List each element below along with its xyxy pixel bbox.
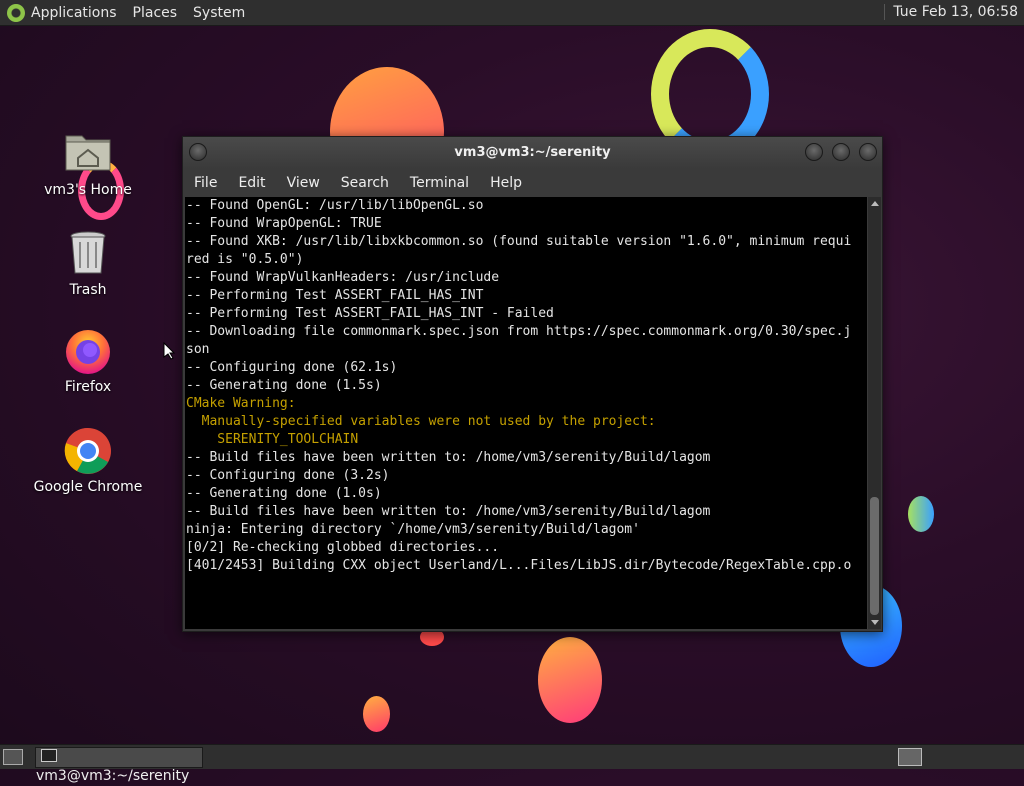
terminal-line: ninja: Entering directory `/home/vm3/ser… xyxy=(186,522,640,537)
desktop-icon-label: Trash xyxy=(69,282,107,298)
terminal-window[interactable]: vm3@vm3:~/serenity File Edit View Search… xyxy=(182,136,883,632)
scrollbar-thumb[interactable] xyxy=(870,497,879,615)
terminal-line: -- Performing Test ASSERT_FAIL_HAS_INT xyxy=(186,288,484,303)
desktop-icon-chrome[interactable]: Google Chrome xyxy=(23,427,153,495)
menu-places[interactable]: Places xyxy=(133,5,178,21)
trash-icon xyxy=(64,230,112,278)
terminal-line: -- Configuring done (3.2s) xyxy=(186,468,390,483)
terminal-line: Manually-specified variables were not us… xyxy=(186,414,656,429)
terminal-line: -- Generating done (1.5s) xyxy=(186,378,382,393)
terminal-line: -- Found WrapOpenGL: TRUE xyxy=(186,216,382,231)
scroll-down-icon[interactable] xyxy=(871,620,879,625)
wallpaper-teal-blob xyxy=(908,496,934,532)
terminal-line: son xyxy=(186,342,210,357)
terminal-line: -- Build files have been written to: /ho… xyxy=(186,450,711,465)
taskbar-item-terminal[interactable]: vm3@vm3:~/serenity xyxy=(35,747,203,784)
maximize-button[interactable] xyxy=(832,143,850,161)
desktop-icon-label: vm3's Home xyxy=(44,182,132,198)
terminal-icon xyxy=(41,749,57,762)
menu-help[interactable]: Help xyxy=(490,175,522,191)
desktop-icon-label: Google Chrome xyxy=(33,479,143,495)
terminal-line: [401/2453] Building CXX object Userland/… xyxy=(186,558,852,573)
show-desktop-icon[interactable] xyxy=(3,749,23,765)
terminal-line: [0/2] Re-checking globbed directories... xyxy=(186,540,500,555)
menu-terminal[interactable]: Terminal xyxy=(410,175,469,191)
desktop-icon-label: Firefox xyxy=(64,379,112,395)
mouse-pointer-icon xyxy=(163,342,175,360)
menu-system[interactable]: System xyxy=(193,5,245,21)
chrome-icon xyxy=(64,427,112,475)
terminal-line: -- Found XKB: /usr/lib/libxkbcommon.so (… xyxy=(186,234,852,249)
window-titlebar[interactable]: vm3@vm3:~/serenity xyxy=(183,137,882,169)
wallpaper-pink-blob xyxy=(538,637,602,723)
minimize-button[interactable] xyxy=(805,143,823,161)
terminal-line: -- Generating done (1.0s) xyxy=(186,486,382,501)
terminal-line: red is "0.5.0") xyxy=(186,252,304,267)
scroll-up-icon[interactable] xyxy=(871,201,879,206)
terminal-menubar: File Edit View Search Terminal Help xyxy=(183,169,882,197)
desktop-icon-home[interactable]: vm3's Home xyxy=(23,130,153,198)
terminal-line: -- Downloading file commonmark.spec.json… xyxy=(186,324,852,339)
menu-search[interactable]: Search xyxy=(341,175,389,191)
desktop-icon-firefox[interactable]: Firefox xyxy=(23,327,153,395)
terminal-line: -- Configuring done (62.1s) xyxy=(186,360,398,375)
wallpaper-small-blob xyxy=(363,696,390,732)
panel-clock[interactable]: Tue Feb 13, 06:58 xyxy=(884,4,1018,20)
bottom-panel: vm3@vm3:~/serenity xyxy=(0,744,1024,784)
desktop-icon-trash[interactable]: Trash xyxy=(23,230,153,298)
terminal-line: SERENITY_TOOLCHAIN xyxy=(186,432,359,447)
window-title: vm3@vm3:~/serenity xyxy=(454,145,611,160)
terminal-line: CMake Warning: xyxy=(186,396,296,411)
distro-logo-icon[interactable] xyxy=(7,3,25,22)
terminal-line: -- Found OpenGL: /usr/lib/libOpenGL.so xyxy=(186,198,484,213)
menu-file[interactable]: File xyxy=(194,175,217,191)
terminal-line: -- Build files have been written to: /ho… xyxy=(186,504,711,519)
menu-view[interactable]: View xyxy=(287,175,320,191)
taskbar-item-label: vm3@vm3:~/serenity xyxy=(36,768,190,784)
terminal-scrollbar[interactable] xyxy=(868,197,881,629)
terminal-line: -- Found WrapVulkanHeaders: /usr/include xyxy=(186,270,500,285)
top-panel: Applications Places System Tue Feb 13, 0… xyxy=(0,0,1024,26)
menu-edit[interactable]: Edit xyxy=(238,175,265,191)
menu-applications[interactable]: Applications xyxy=(31,5,117,21)
close-button[interactable] xyxy=(859,143,877,161)
workspace-switcher[interactable] xyxy=(898,748,922,766)
terminal-line: -- Performing Test ASSERT_FAIL_HAS_INT -… xyxy=(186,306,554,321)
terminal-output[interactable]: -- Found OpenGL: /usr/lib/libOpenGL.so --… xyxy=(185,197,867,629)
home-folder-icon xyxy=(64,130,112,178)
firefox-icon xyxy=(64,327,112,375)
